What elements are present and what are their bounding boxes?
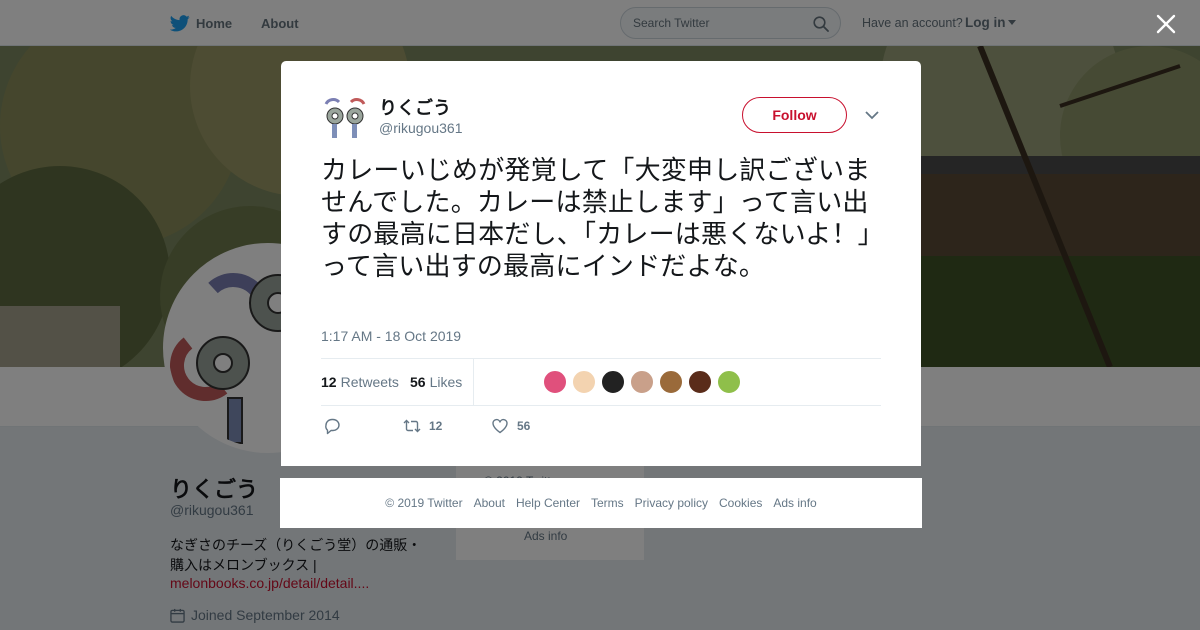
liker-avatar[interactable] bbox=[688, 370, 712, 394]
liker-avatar[interactable] bbox=[630, 370, 654, 394]
stats-divider bbox=[473, 359, 474, 405]
like-button[interactable]: 56 bbox=[491, 417, 530, 435]
footer-link-help-center[interactable]: Help Center bbox=[516, 496, 580, 510]
likes-label: Likes bbox=[429, 374, 463, 390]
footer-link-cookies[interactable]: Cookies bbox=[719, 496, 762, 510]
footer-link-privacy-policy[interactable]: Privacy policy bbox=[635, 496, 708, 510]
author-avatar[interactable] bbox=[321, 94, 369, 142]
likes-count: 56 bbox=[410, 374, 426, 390]
follow-button[interactable]: Follow bbox=[742, 97, 847, 133]
retweets-stat[interactable]: 12 Retweets bbox=[321, 374, 399, 390]
chevron-down-icon[interactable] bbox=[864, 109, 880, 121]
heart-icon bbox=[492, 418, 508, 434]
like-count: 56 bbox=[517, 419, 531, 433]
liker-avatar[interactable] bbox=[717, 370, 741, 394]
close-icon[interactable] bbox=[1156, 14, 1176, 34]
author-name[interactable]: りくごう bbox=[379, 94, 451, 120]
tweet-permalink-modal: りくごう @rikugou361 Follow カレーいじめが発覚して「大変申し… bbox=[281, 61, 921, 466]
liker-avatar[interactable] bbox=[543, 370, 567, 394]
reply-icon bbox=[325, 418, 340, 435]
footer-link-ads-info[interactable]: Ads info bbox=[773, 496, 816, 510]
retweet-count: 12 bbox=[429, 419, 443, 433]
retweets-label: Retweets bbox=[340, 374, 399, 390]
tweet-text: カレーいじめが発覚して「大変申し訳ございませんでした。カレーは禁止します」って言… bbox=[321, 155, 871, 281]
liker-avatar[interactable] bbox=[601, 370, 625, 394]
retweets-count: 12 bbox=[321, 374, 337, 390]
liker-avatars bbox=[543, 370, 741, 394]
modal-footer: © 2019 Twitter About Help Center Terms P… bbox=[280, 478, 922, 528]
retweet-icon bbox=[403, 419, 421, 433]
tweet-stats: 12 Retweets 56 Likes bbox=[321, 358, 881, 406]
retweet-button[interactable]: 12 bbox=[403, 417, 442, 435]
reply-button[interactable] bbox=[323, 417, 341, 435]
liker-avatar[interactable] bbox=[659, 370, 683, 394]
footer-link-about[interactable]: About bbox=[474, 496, 505, 510]
author-handle[interactable]: @rikugou361 bbox=[379, 120, 463, 136]
tweet-actions: 12 56 bbox=[321, 417, 881, 439]
liker-avatar[interactable] bbox=[572, 370, 596, 394]
footer-copyright: © 2019 Twitter bbox=[385, 496, 463, 510]
tweet-timestamp[interactable]: 1:17 AM - 18 Oct 2019 bbox=[321, 328, 461, 344]
footer-link-terms[interactable]: Terms bbox=[591, 496, 624, 510]
likes-stat[interactable]: 56 Likes bbox=[410, 374, 462, 390]
